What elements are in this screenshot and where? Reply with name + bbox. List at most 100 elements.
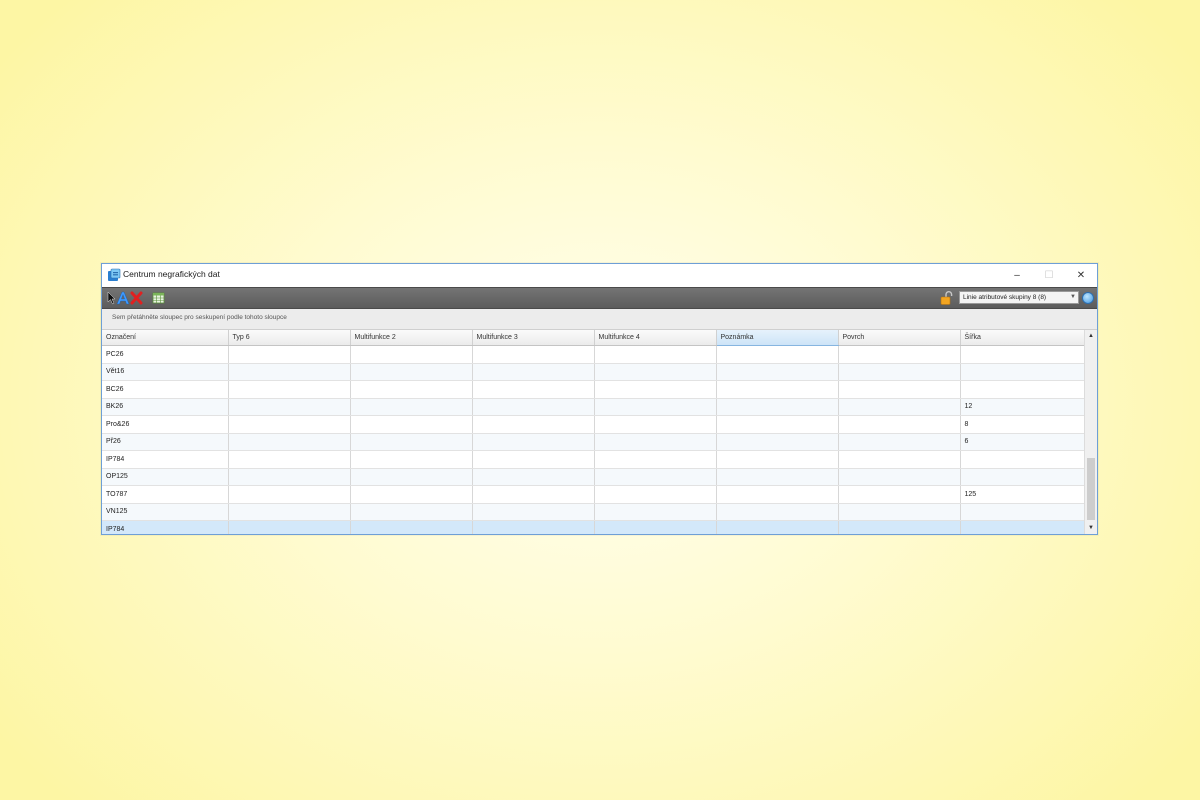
table-cell[interactable]: TO787 xyxy=(102,485,229,504)
table-cell[interactable] xyxy=(228,450,351,469)
table-cell[interactable] xyxy=(716,415,839,434)
close-button[interactable]: ✕ xyxy=(1065,264,1097,286)
table-cell[interactable] xyxy=(350,415,473,434)
table-row[interactable]: IP784 xyxy=(102,520,1084,534)
table-cell[interactable] xyxy=(838,380,961,399)
table-cell[interactable] xyxy=(838,415,961,434)
table-cell[interactable]: OP125 xyxy=(102,468,229,486)
table-cell[interactable] xyxy=(716,450,839,469)
table-cell[interactable] xyxy=(838,485,961,504)
scroll-thumb[interactable] xyxy=(1087,458,1095,520)
table-cell[interactable] xyxy=(228,520,351,534)
table-cell[interactable] xyxy=(960,380,1084,399)
column-header[interactable]: Multifunkce 3 xyxy=(472,330,595,346)
table-cell[interactable] xyxy=(838,520,961,534)
table-row[interactable]: Pro&26 8 xyxy=(102,415,1084,434)
table-cell[interactable] xyxy=(472,485,595,504)
table-cell[interactable]: Př26 xyxy=(102,433,229,451)
table-cell[interactable] xyxy=(350,433,473,451)
column-header[interactable]: Šířka xyxy=(960,330,1084,346)
table-cell[interactable] xyxy=(838,468,961,486)
table-cell[interactable] xyxy=(472,415,595,434)
table-cell[interactable]: Pro&26 xyxy=(102,415,229,434)
table-row[interactable]: IP784 xyxy=(102,450,1084,469)
table-cell[interactable] xyxy=(594,398,717,416)
table-cell[interactable]: PC26 xyxy=(102,345,229,364)
table-cell[interactable] xyxy=(228,398,351,416)
table-cell[interactable] xyxy=(594,380,717,399)
table-cell[interactable] xyxy=(594,520,717,534)
attribute-a-icon[interactable] xyxy=(116,291,130,305)
column-header[interactable]: Povrch xyxy=(838,330,961,346)
table-cell[interactable]: 125 xyxy=(960,485,1084,504)
table-cell[interactable] xyxy=(838,503,961,521)
table-cell[interactable] xyxy=(472,433,595,451)
table-cell[interactable] xyxy=(716,468,839,486)
table-cell[interactable]: Vět16 xyxy=(102,363,229,381)
table-cell[interactable] xyxy=(716,520,839,534)
table-cell[interactable] xyxy=(960,345,1084,364)
table-cell[interactable] xyxy=(350,485,473,504)
minimize-button[interactable]: – xyxy=(1001,264,1033,286)
table-cell[interactable] xyxy=(960,503,1084,521)
table-cell[interactable] xyxy=(228,415,351,434)
select-arrow-icon[interactable] xyxy=(107,291,116,305)
data-grid[interactable]: Označení Typ 6 Multifunkce 2 Multifunkce 3M… xyxy=(102,330,1084,534)
help-icon[interactable] xyxy=(1082,292,1094,304)
group-by-panel[interactable]: Sem přetáhněte sloupec pro seskupení pod… xyxy=(102,309,1097,330)
column-header[interactable]: Typ 6 xyxy=(228,330,351,346)
table-cell[interactable] xyxy=(350,398,473,416)
scroll-down-icon[interactable]: ▼ xyxy=(1085,522,1097,534)
lock-open-icon[interactable] xyxy=(940,291,954,305)
table-cell[interactable]: BC26 xyxy=(102,380,229,399)
table-cell[interactable] xyxy=(594,363,717,381)
table-cell[interactable] xyxy=(716,503,839,521)
table-row[interactable]: Vět16 xyxy=(102,363,1084,381)
table-cell[interactable] xyxy=(716,380,839,399)
scroll-up-icon[interactable]: ▲ xyxy=(1085,330,1097,342)
table-cell[interactable] xyxy=(594,415,717,434)
table-cell[interactable] xyxy=(716,398,839,416)
table-cell[interactable] xyxy=(228,468,351,486)
table-cell[interactable] xyxy=(228,485,351,504)
table-cell[interactable] xyxy=(228,363,351,381)
table-row[interactable]: TO787 125 xyxy=(102,485,1084,504)
maximize-button[interactable]: ☐ xyxy=(1033,264,1065,286)
table-row[interactable]: BC26 xyxy=(102,380,1084,399)
table-cell[interactable]: 6 xyxy=(960,433,1084,451)
table-cell[interactable] xyxy=(594,433,717,451)
column-header[interactable]: Multifunkce 4 xyxy=(594,330,717,346)
table-cell[interactable]: IP784 xyxy=(102,450,229,469)
table-cell[interactable] xyxy=(594,345,717,364)
table-cell[interactable] xyxy=(960,468,1084,486)
table-cell[interactable] xyxy=(594,468,717,486)
table-cell[interactable] xyxy=(716,433,839,451)
table-cell[interactable] xyxy=(228,433,351,451)
table-cell[interactable]: 12 xyxy=(960,398,1084,416)
table-row[interactable]: VN125 xyxy=(102,503,1084,521)
table-cell[interactable] xyxy=(228,345,351,364)
vertical-scrollbar[interactable]: ▲ ▼ xyxy=(1084,330,1097,534)
table-cell[interactable] xyxy=(472,468,595,486)
table-cell[interactable] xyxy=(350,503,473,521)
table-cell[interactable] xyxy=(472,520,595,534)
table-cell[interactable] xyxy=(716,485,839,504)
table-cell[interactable] xyxy=(350,520,473,534)
attribute-group-select[interactable]: Linie atributové skupiny 8 (8) ▼ xyxy=(959,291,1079,304)
column-header[interactable]: Označení xyxy=(102,330,229,346)
table-row[interactable]: PC26 xyxy=(102,345,1084,364)
table-cell[interactable] xyxy=(472,380,595,399)
column-header[interactable]: Poznámka xyxy=(716,330,839,346)
table-cell[interactable]: BK26 xyxy=(102,398,229,416)
table-cell[interactable] xyxy=(228,380,351,399)
table-cell[interactable] xyxy=(472,503,595,521)
table-cell[interactable] xyxy=(594,503,717,521)
table-cell[interactable] xyxy=(960,450,1084,469)
table-cell[interactable] xyxy=(350,380,473,399)
table-cell[interactable] xyxy=(594,485,717,504)
table-cell[interactable] xyxy=(838,433,961,451)
table-cell[interactable]: 8 xyxy=(960,415,1084,434)
table-cell[interactable] xyxy=(472,345,595,364)
table-cell[interactable] xyxy=(350,450,473,469)
table-cell[interactable] xyxy=(716,363,839,381)
